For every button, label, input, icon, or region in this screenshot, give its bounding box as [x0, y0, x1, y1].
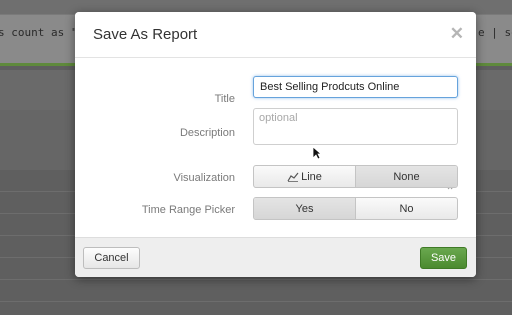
- dialog-header: Save As Report ✕: [75, 12, 476, 58]
- description-label: Description: [179, 127, 235, 139]
- time-range-picker-toggle: Yes No: [253, 197, 458, 220]
- time-range-option-no[interactable]: No: [355, 198, 457, 219]
- visualization-option-line[interactable]: Line: [254, 166, 355, 187]
- background-search-text-right: e | so: [478, 26, 512, 39]
- title-input[interactable]: [253, 76, 458, 98]
- save-button[interactable]: Save: [420, 247, 467, 269]
- time-range-option-yes-label: Yes: [295, 202, 314, 215]
- visualization-label: Visualization: [173, 172, 235, 184]
- visualization-option-none[interactable]: None: [355, 166, 457, 187]
- time-range-option-no-label: No: [399, 202, 414, 215]
- dialog-body: Title Description Visualization Line Non…: [75, 59, 476, 237]
- background-search-text-left: s count as ": [0, 26, 78, 39]
- background-table-row: [0, 280, 512, 302]
- close-icon[interactable]: ✕: [450, 24, 464, 44]
- cancel-button[interactable]: Cancel: [83, 247, 140, 269]
- visualization-toggle: Line None: [253, 165, 458, 188]
- title-label: Title: [214, 93, 235, 105]
- time-range-option-yes[interactable]: Yes: [254, 198, 355, 219]
- dialog-title: Save As Report: [93, 26, 198, 43]
- description-textarea[interactable]: [253, 108, 458, 145]
- visualization-option-none-label: None: [393, 170, 420, 183]
- save-as-report-dialog: Save As Report ✕ Title Description Visua…: [75, 12, 476, 277]
- dialog-footer: Cancel Save: [75, 237, 476, 277]
- time-range-picker-label: Time Range Picker: [141, 204, 235, 216]
- visualization-option-line-label: Line: [301, 170, 322, 183]
- line-chart-icon: [287, 172, 299, 182]
